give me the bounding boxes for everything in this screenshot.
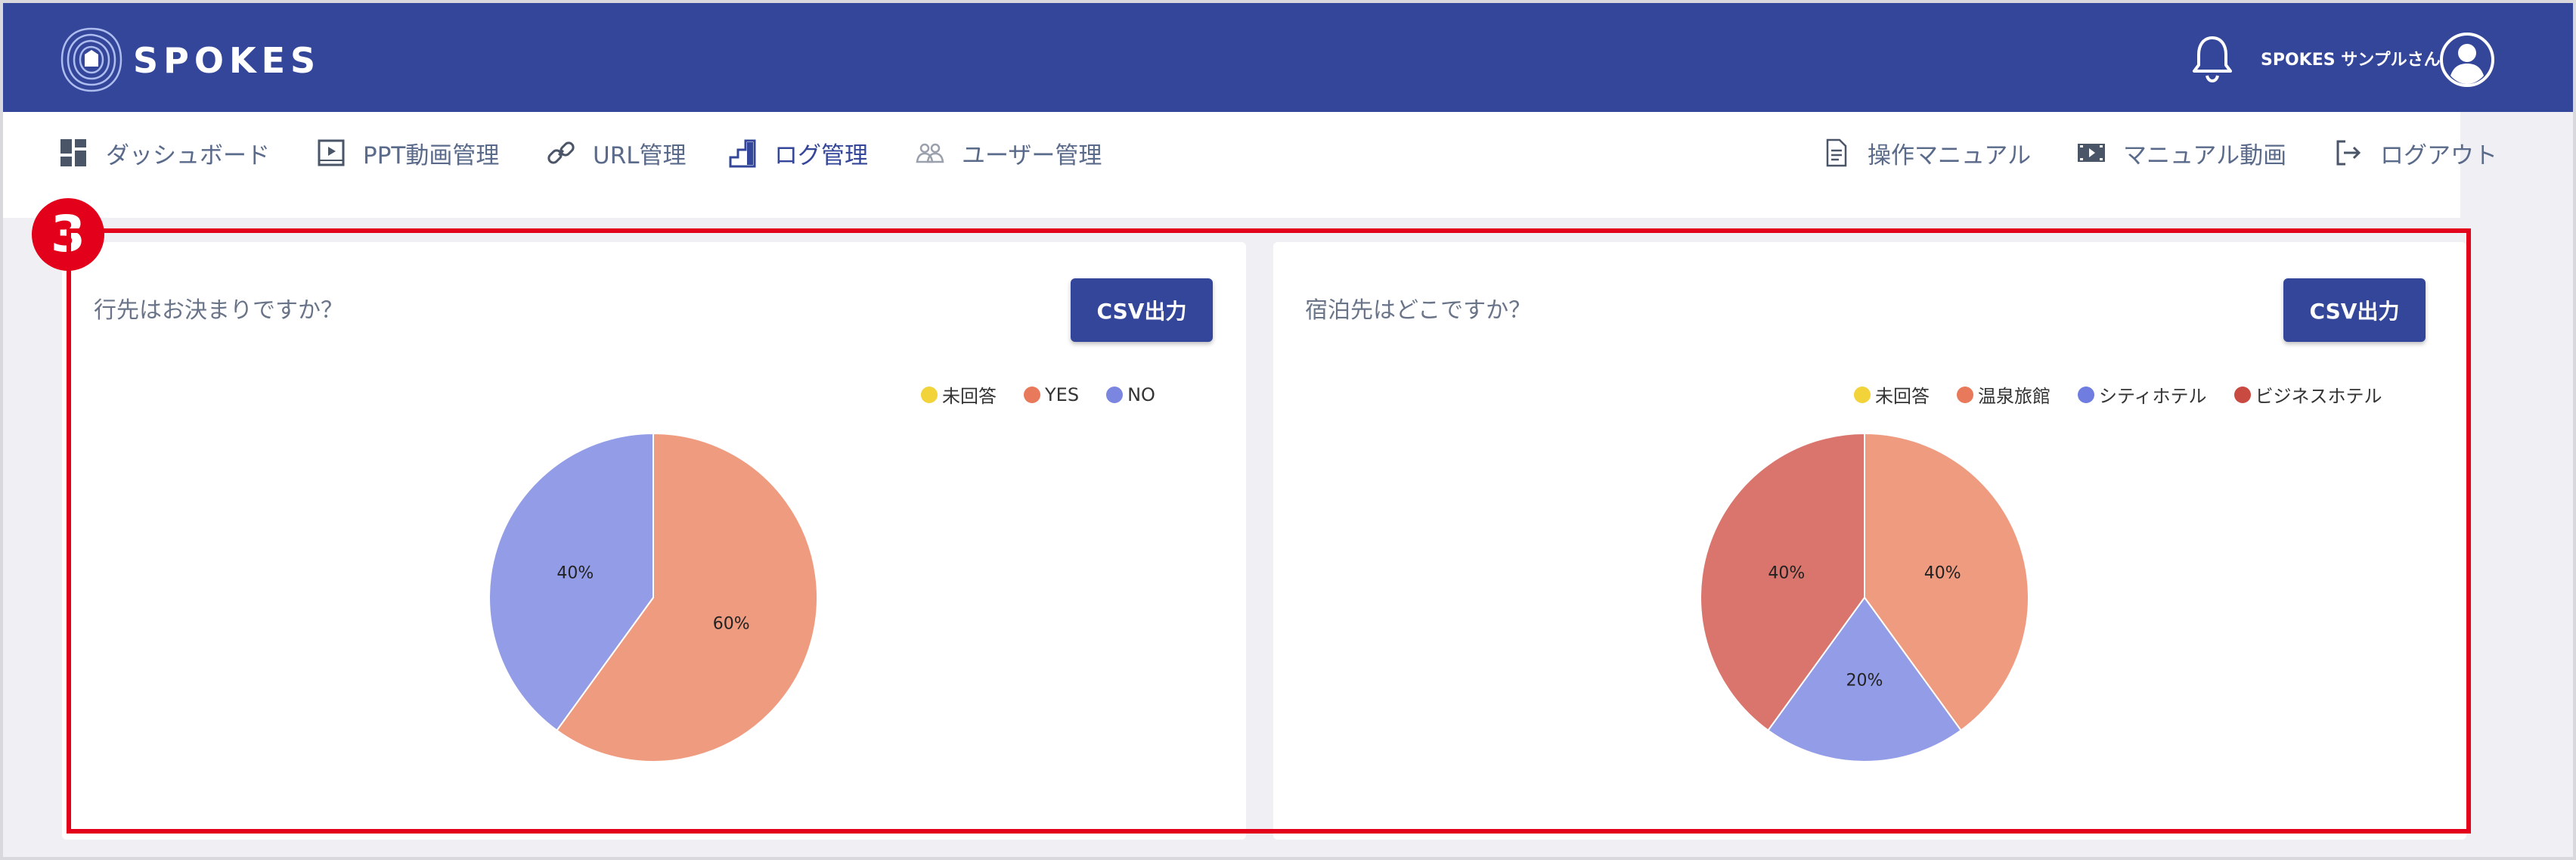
legend-item[interactable]: NO xyxy=(1106,381,1155,408)
panel-title: 宿泊先はどこですか？ xyxy=(1305,297,1532,324)
nav-label: 操作マニュアル xyxy=(1868,141,2032,169)
pie-slice-label: 40% xyxy=(1768,564,1805,582)
chart-panel-destination: 行先はお決まりですか？ CSV出力 未回答 YES NO 60% 40% xyxy=(62,242,1246,840)
legend-label: YES xyxy=(1045,383,1080,405)
pie-chart: 40% 20% 40% xyxy=(1700,432,2029,762)
nav-label: ダッシュボード xyxy=(106,141,270,169)
nav-item-dashboard[interactable]: ダッシュボード xyxy=(59,132,270,174)
nav-label: ログアウト xyxy=(2380,141,2497,169)
legend-label: 温泉旅館 xyxy=(1978,386,2051,407)
legend-swatch xyxy=(1957,386,1973,403)
nav-label: ユーザー管理 xyxy=(962,141,1102,169)
pie-slice-label: 40% xyxy=(556,564,594,582)
csv-export-button[interactable]: CSV出力 xyxy=(2283,278,2426,342)
legend-swatch xyxy=(1024,386,1040,403)
legend-item[interactable]: シティホテル xyxy=(2078,381,2207,408)
main-nav: ダッシュボード PPT動画管理 URL管理 ログ管理 ユーザー管理 操作マニュア… xyxy=(3,112,2497,218)
brand-name: SPOKES xyxy=(133,40,321,81)
nav-item-manual-video[interactable]: マニュアル動画 xyxy=(2076,132,2286,174)
legend-item[interactable]: 温泉旅館 xyxy=(1957,381,2051,408)
legend-swatch xyxy=(921,386,938,403)
step-badge: 3 xyxy=(32,198,104,271)
nav-item-manual[interactable]: 操作マニュアル xyxy=(1821,132,2031,174)
legend-item[interactable]: YES xyxy=(1024,381,1079,408)
user-name: SPOKES サンプルさん xyxy=(2261,51,2441,70)
legend-label: ビジネスホテル xyxy=(2255,386,2382,407)
link-icon xyxy=(547,141,575,164)
legend-label: 未回答 xyxy=(942,386,997,407)
bell-icon[interactable] xyxy=(2188,32,2237,85)
legend-swatch xyxy=(2078,386,2094,403)
chart-legend: 未回答 温泉旅館 シティホテル ビジネスホテル xyxy=(1854,381,2382,408)
film-strip-icon xyxy=(2078,144,2105,162)
dashboard-icon xyxy=(60,139,86,166)
legend-swatch xyxy=(2233,386,2251,403)
chart-panel-accommodation: 宿泊先はどこですか？ CSV出力 未回答 温泉旅館 シティホテル ビジネスホテル 40… xyxy=(1273,242,2466,840)
nav-label: ログ管理 xyxy=(774,141,868,169)
panel-title: 行先はお決まりですか？ xyxy=(94,297,343,324)
nav-label: PPT動画管理 xyxy=(363,141,500,169)
nav-item-users[interactable]: ユーザー管理 xyxy=(915,132,1102,174)
nav-item-ppt-video[interactable]: PPT動画管理 xyxy=(316,132,499,174)
nav-label: マニュアル動画 xyxy=(2123,141,2287,169)
app-header: SPOKES SPOKES サンプルさん xyxy=(3,3,2573,112)
nav-item-url[interactable]: URL管理 xyxy=(546,132,687,174)
legend-item[interactable]: 未回答 xyxy=(921,381,997,408)
logout-icon xyxy=(2336,140,2361,166)
nav-item-log[interactable]: ログ管理 xyxy=(727,132,868,174)
user-avatar-icon[interactable] xyxy=(2439,32,2495,88)
pie-slice-label: 60% xyxy=(713,615,750,634)
legend-swatch xyxy=(1854,386,1871,403)
legend-label: 未回答 xyxy=(1875,386,1930,407)
csv-export-button[interactable]: CSV出力 xyxy=(1071,278,1213,342)
legend-label: シティホテル xyxy=(2099,386,2207,407)
legend-swatch xyxy=(1106,386,1124,403)
legend-item[interactable]: ビジネスホテル xyxy=(2233,381,2382,408)
stairs-icon xyxy=(729,139,756,168)
document-icon xyxy=(1826,138,1847,167)
pie-slice-label: 40% xyxy=(1924,564,1961,582)
chart-legend: 未回答 YES NO xyxy=(921,381,1155,408)
legend-label: NO xyxy=(1127,383,1155,405)
film-frame-icon xyxy=(318,139,345,166)
legend-item[interactable]: 未回答 xyxy=(1854,381,1930,408)
nav-item-logout[interactable]: ログアウト xyxy=(2333,132,2497,174)
nav-label: URL管理 xyxy=(593,141,687,169)
pie-slice-label: 20% xyxy=(1846,672,1883,691)
pie-chart: 60% 40% xyxy=(488,432,818,762)
users-icon xyxy=(916,143,944,163)
spokes-logo-icon xyxy=(60,27,122,92)
